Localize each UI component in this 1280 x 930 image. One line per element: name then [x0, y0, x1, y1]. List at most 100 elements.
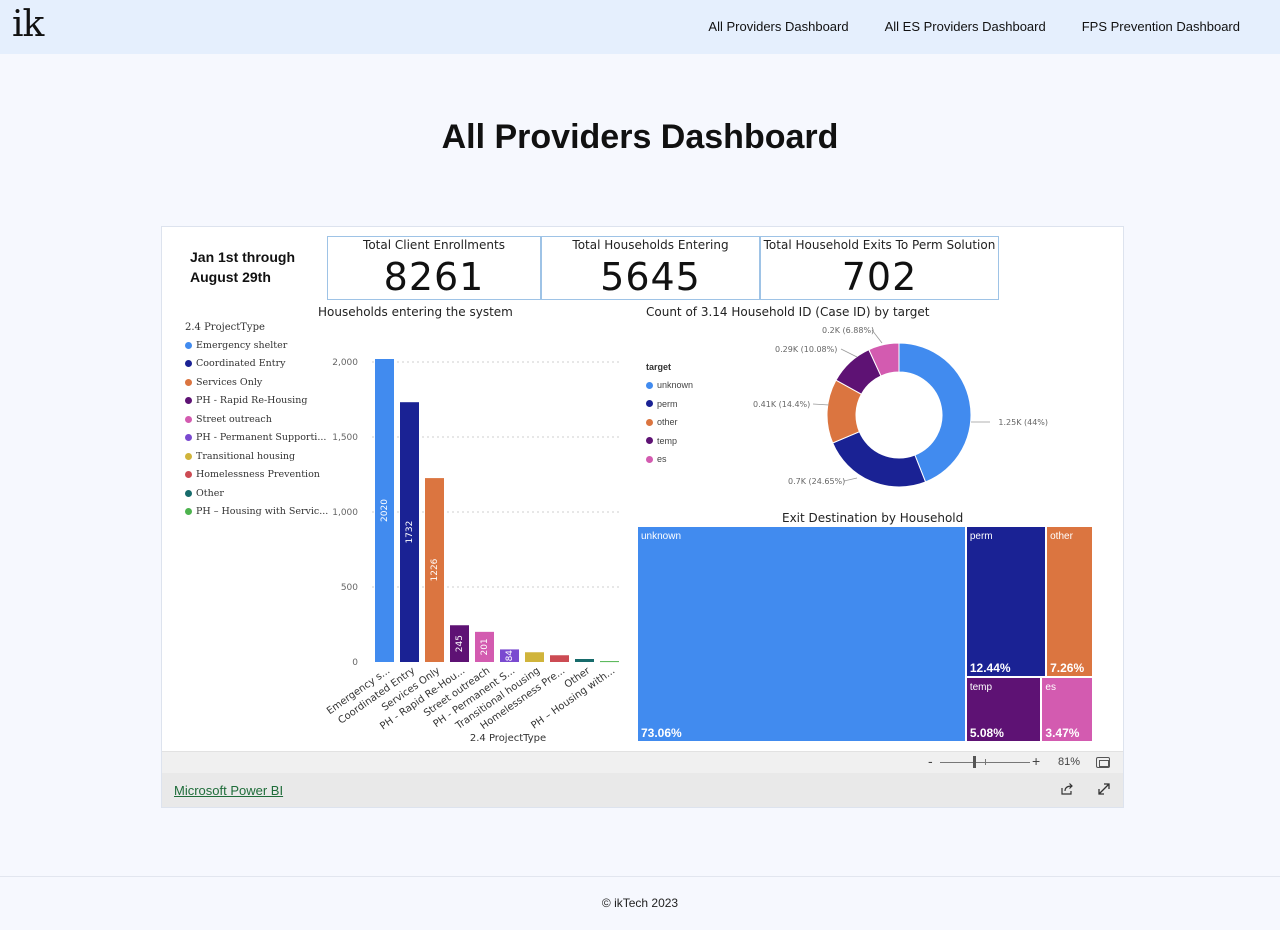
legend-dot-icon: [185, 471, 192, 479]
legend-dot-icon: [185, 508, 192, 516]
donut-chart-title: Count of 3.14 Household ID (Case ID) by …: [646, 305, 930, 319]
y-tick-label: 1,500: [332, 433, 358, 443]
project-legend-label: Other: [196, 487, 224, 499]
legend-dot-icon: [185, 489, 192, 497]
zoom-slider-thumb[interactable]: [973, 756, 976, 768]
treemap-cell-perm[interactable]: perm 12.44%: [966, 527, 1046, 676]
project-legend-label: PH – Housing with Servic...: [196, 506, 329, 518]
copyright: © ikTech 2023: [601, 896, 679, 910]
treemap-cell-unknown[interactable]: unknown 73.06%: [638, 527, 965, 741]
bar[interactable]: [550, 655, 569, 662]
kpi-card-perm-exits: Total Household Exits To Perm Solution 7…: [760, 236, 999, 300]
target-legend-list: unknown perm other temp es: [646, 376, 693, 469]
target-legend-label: other: [657, 417, 678, 428]
legend-dot-icon: [185, 452, 192, 460]
project-legend-item[interactable]: Coordinated Entry: [185, 355, 328, 374]
donut-leader-line: [840, 348, 858, 358]
powerbi-embed: Jan 1st through August 29th Total Client…: [161, 226, 1124, 808]
project-legend-label: Homelessness Prevention: [196, 469, 320, 481]
treemap-title: Exit Destination by Household: [782, 511, 964, 525]
donut-slice[interactable]: [832, 431, 927, 488]
share-icon[interactable]: [1060, 782, 1074, 796]
project-legend-item[interactable]: Street outreach: [185, 410, 328, 429]
target-legend-item[interactable]: temp: [646, 432, 693, 451]
project-legend-item[interactable]: PH - Rapid Re-Housing: [185, 392, 328, 411]
treemap-cell-label: es: [1045, 681, 1056, 693]
project-legend-item[interactable]: Transitional housing: [185, 447, 328, 466]
kpi-card-households-entering: Total Households Entering 5645: [541, 236, 760, 300]
date-range-label: Jan 1st through August 29th: [190, 249, 296, 285]
target-legend-title: target: [646, 362, 672, 372]
legend-dot-icon: [646, 455, 653, 463]
legend-dot-icon: [185, 415, 192, 423]
zoom-slider-tick: [985, 759, 986, 765]
kpi-card-enrollments: Total Client Enrollments 8261: [327, 236, 541, 300]
target-legend-label: temp: [657, 435, 678, 446]
bar-chart: 05001,0001,5002,0002020Emergency s...173…: [325, 358, 622, 744]
project-legend-item[interactable]: Other: [185, 484, 328, 503]
page-title: All Providers Dashboard: [441, 118, 839, 156]
project-legend-label: Services Only: [196, 376, 263, 388]
legend-dot-icon: [185, 434, 192, 442]
bar-data-label: 201: [480, 638, 490, 655]
treemap-cell-label: perm: [969, 531, 993, 542]
bar-data-label: 1226: [430, 558, 440, 581]
powerbi-footer: Microsoft Power BI: [162, 773, 1123, 807]
project-legend-item[interactable]: Homelessness Prevention: [185, 466, 328, 485]
bar-chart-title: Households entering the system: [318, 305, 513, 319]
treemap-cell-value: 3.47%: [1045, 725, 1080, 740]
bar-data-label: 245: [455, 635, 465, 652]
nav-links: All Providers Dashboard All ES Providers…: [708, 19, 1240, 34]
treemap-cell-value: 7.26%: [1050, 660, 1085, 675]
fullscreen-icon[interactable]: [1097, 782, 1111, 796]
y-tick-label: 0: [352, 658, 358, 668]
treemap-cell-other[interactable]: other 7.26%: [1047, 527, 1092, 676]
donut-chart: 1.25K (44%) 0.7K (24.65%) 0.41K (14.4%) 0.2…: [753, 326, 1048, 488]
treemap-cell-value: 12.44%: [969, 660, 1011, 675]
nav-link-all-providers[interactable]: All Providers Dashboard: [708, 19, 848, 34]
target-legend-item[interactable]: unknown: [646, 376, 693, 395]
target-legend-label: es: [657, 454, 667, 465]
kpi-title: Total Client Enrollments: [363, 238, 505, 252]
donut-data-label: 0.2K (6.88%): [822, 326, 874, 335]
project-legend-label: PH - Rapid Re-Housing: [196, 395, 308, 407]
project-legend-item[interactable]: PH – Housing with Servic...: [185, 503, 328, 522]
treemap-cell-label: unknown: [641, 531, 682, 542]
project-legend-item[interactable]: Emergency shelter: [185, 336, 328, 355]
project-legend: Emergency shelter Coordinated Entry Servic…: [185, 336, 328, 521]
x-axis-title: 2.4 ProjectType: [470, 733, 546, 744]
y-tick-label: 2,000: [332, 358, 358, 368]
kpi-title: Total Household Exits To Perm Solution: [763, 238, 996, 252]
treemap-cell-value: 5.08%: [969, 725, 1004, 740]
treemap-cell-temp[interactable]: temp 5.08%: [966, 677, 1041, 741]
target-legend: target unknown perm other temp es: [646, 362, 693, 469]
treemap-cell-label: other: [1050, 531, 1073, 542]
donut-data-label: 0.7K (24.65%): [788, 477, 845, 486]
target-legend-item[interactable]: perm: [646, 395, 693, 414]
bar[interactable]: [575, 659, 594, 662]
project-legend-item[interactable]: Services Only: [185, 373, 328, 392]
kpi-value: 8261: [383, 255, 485, 299]
ik-logo[interactable]: ik: [12, 4, 44, 45]
kpi-title: Total Households Entering: [572, 238, 729, 252]
microsoft-power-bi-link[interactable]: Microsoft Power BI: [174, 783, 283, 798]
nav-link-all-es-providers[interactable]: All ES Providers Dashboard: [885, 19, 1046, 34]
target-legend-item[interactable]: es: [646, 450, 693, 469]
report-canvas: Jan 1st through August 29th Total Client…: [162, 227, 1123, 751]
treemap-cell-es[interactable]: es 3.47%: [1042, 677, 1092, 741]
project-legend-item[interactable]: PH - Permanent Supporti...: [185, 429, 328, 448]
legend-dot-icon: [646, 381, 653, 389]
kpi-value: 702: [841, 255, 918, 299]
fit-to-page-icon[interactable]: [1096, 757, 1110, 768]
zoom-out-button[interactable]: -: [928, 753, 933, 769]
nav-link-fps-prevention[interactable]: FPS Prevention Dashboard: [1082, 19, 1240, 34]
top-nav: ik All Providers Dashboard All ES Provid…: [0, 0, 1280, 54]
zoom-in-button[interactable]: +: [1032, 753, 1040, 769]
legend-dot-icon: [185, 360, 192, 368]
legend-dot-icon: [646, 400, 653, 408]
bar[interactable]: [525, 652, 544, 662]
target-legend-item[interactable]: other: [646, 413, 693, 432]
legend-dot-icon: [185, 378, 192, 386]
bar[interactable]: [600, 661, 619, 663]
target-legend-label: perm: [657, 398, 678, 409]
